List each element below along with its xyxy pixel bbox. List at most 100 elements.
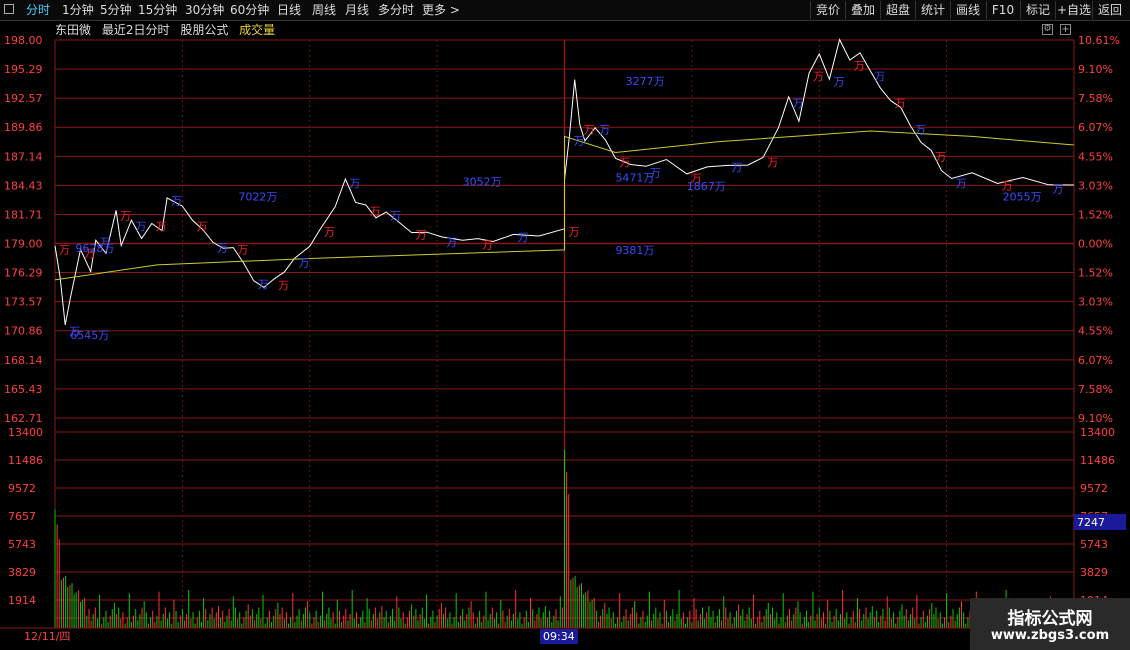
flow-annotation: 6545万: [70, 329, 109, 342]
stock-name: 东田微: [55, 23, 92, 37]
add-window-icon[interactable]: +: [1060, 24, 1071, 35]
flow-mark: 万: [197, 220, 208, 233]
price-tick-left: 176.29: [4, 267, 43, 280]
flow-mark: 万: [171, 194, 182, 207]
indicator-name[interactable]: 成交量: [239, 23, 275, 37]
flow-mark: 万: [69, 325, 80, 338]
flow-mark: 万: [935, 150, 946, 163]
volume-tick-right: 5743: [1080, 538, 1108, 551]
formula-name[interactable]: 股朋公式: [180, 23, 228, 37]
price-tick-left: 165.43: [4, 383, 43, 396]
flow-mark: 万: [793, 97, 804, 110]
watermark: 指标公式网 www.zbgs3.com: [970, 598, 1130, 650]
flow-mark: 万: [298, 257, 309, 270]
volume-tick-left: 9572: [8, 482, 36, 495]
tool-button-1[interactable]: 叠加: [845, 1, 880, 19]
flow-mark: 万: [518, 231, 529, 244]
tab-1[interactable]: 1分钟: [62, 2, 94, 18]
pct-tick-right: 7.58%: [1078, 92, 1113, 105]
flow-mark: 万: [833, 75, 844, 88]
tool-button-8[interactable]: 返回: [1092, 1, 1127, 19]
cursor-time-label: 09:34: [543, 630, 575, 643]
current-volume-badge: [1074, 513, 1126, 530]
flow-annotation: 2055万: [1003, 191, 1042, 204]
flow-mark: 万: [569, 225, 580, 238]
pct-tick-right: 0.00%: [1078, 238, 1113, 251]
average-line: [54, 130, 1075, 281]
tab-9[interactable]: 多分时: [378, 2, 414, 18]
settings-icon[interactable]: ⚙: [1042, 24, 1053, 35]
flow-mark: 万: [915, 124, 926, 137]
flow-annotation: 9628万: [75, 242, 114, 255]
flow-mark: 万: [446, 236, 457, 249]
top-toolbar: 分时 1分钟 5分钟 15分钟 30分钟 60分钟 日线 周线 月线 多分时 更多 > 竞价 叠加 超盘…: [0, 0, 1130, 21]
volume-tick-right: 3829: [1080, 566, 1108, 579]
price-tick-left: 192.57: [4, 92, 43, 105]
tab-5[interactable]: 60分钟: [230, 2, 269, 18]
flow-mark: 万: [390, 209, 401, 222]
tab-0[interactable]: 分时: [26, 2, 50, 18]
flow-mark: 万: [619, 156, 630, 169]
tab-2[interactable]: 5分钟: [100, 2, 132, 18]
tab-3[interactable]: 15分钟: [138, 2, 177, 18]
flow-mark: 万: [84, 247, 95, 260]
flow-mark: 万: [691, 172, 702, 185]
flow-annotation: 7022万: [238, 191, 277, 204]
price-tick-left: 198.00: [4, 34, 43, 47]
price-tick-left: 173.57: [4, 296, 43, 309]
tool-button-2[interactable]: 超盘: [880, 1, 915, 19]
tool-button-3[interactable]: 统计: [915, 1, 950, 19]
flow-mark: 万: [895, 97, 906, 110]
tool-button-0[interactable]: 竞价: [810, 1, 845, 19]
flow-mark: 万: [416, 229, 427, 242]
tab-4[interactable]: 30分钟: [185, 2, 224, 18]
pct-tick-right: 1.52%: [1078, 267, 1113, 280]
price-tick-left: 170.86: [4, 325, 43, 338]
flow-mark: 万: [258, 278, 269, 291]
price-tick-left: 168.14: [4, 354, 43, 367]
pct-tick-right: 7.58%: [1078, 383, 1113, 396]
intraday-chart[interactable]: 198.00 10.61% 195.29 9.10% 192.57 7.58% 189.86…: [0, 0, 1130, 650]
flow-mark: 万: [482, 238, 493, 251]
flow-mark: 万: [217, 242, 228, 255]
tool-button-5[interactable]: F10: [986, 1, 1019, 19]
tool-button-6[interactable]: 标记: [1020, 1, 1055, 19]
tab-7[interactable]: 周线: [312, 2, 336, 18]
volume-tick-left: 11486: [8, 454, 43, 467]
tab-10[interactable]: 更多 >: [422, 2, 460, 18]
pct-tick-right: 9.10%: [1078, 412, 1113, 425]
pct-tick-right: 4.55%: [1078, 150, 1113, 163]
pct-tick-right: 10.61%: [1078, 34, 1120, 47]
flow-mark: 万: [100, 236, 111, 249]
pct-tick-right: 3.03%: [1078, 296, 1113, 309]
tab-6[interactable]: 日线: [277, 2, 301, 18]
flow-annotation: 9381万: [615, 244, 654, 257]
watermark-url: www.zbgs3.com: [990, 628, 1110, 643]
volume-tick-left: 3829: [8, 566, 36, 579]
flow-mark: 万: [854, 59, 865, 72]
watermark-title: 指标公式网: [1007, 609, 1093, 629]
window-menu-icon[interactable]: [4, 4, 14, 14]
volume-tick-left: 7657: [8, 510, 36, 523]
tool-button-7[interactable]: +自选: [1055, 1, 1092, 19]
pct-tick-right: 6.07%: [1078, 121, 1113, 134]
flow-mark: 万: [1053, 183, 1064, 196]
price-tick-left: 162.71: [4, 412, 43, 425]
chart-frame: [54, 39, 1075, 619]
price-tick-left: 181.71: [4, 208, 43, 221]
tab-8[interactable]: 月线: [345, 2, 369, 18]
flow-mark: 万: [135, 220, 146, 233]
volume-tick-right: 11486: [1080, 454, 1115, 467]
tool-button-4[interactable]: 画线: [950, 1, 985, 19]
flow-mark: 万: [574, 134, 585, 147]
pct-tick-right: 3.03%: [1078, 179, 1113, 192]
pct-tick-right: 4.55%: [1078, 325, 1113, 338]
flow-mark: 万: [874, 70, 885, 83]
price-line: [54, 38, 1075, 325]
volume-tick-right: 13400: [1080, 426, 1115, 439]
cursor-time-badge: [540, 629, 578, 644]
flow-mark: 万: [237, 244, 248, 257]
flow-annotation: 1867万: [687, 180, 726, 193]
current-volume-value: 7247: [1077, 516, 1105, 529]
volume-tick-right: 7657: [1080, 510, 1108, 523]
